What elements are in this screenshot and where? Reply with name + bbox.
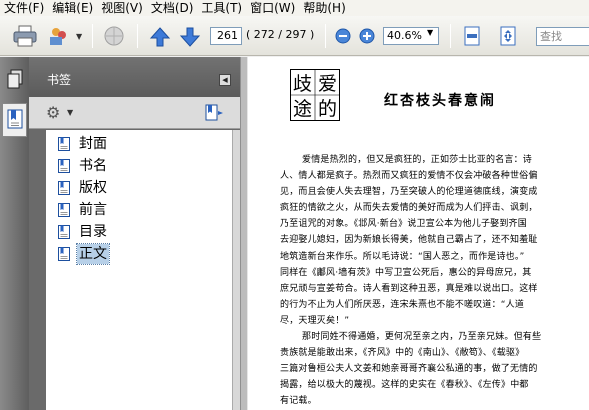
text-line: 乃至诅咒的对象。《邶风·新台》说卫宣公本为他儿子娶到齐国: [280, 219, 527, 230]
page-down-icon[interactable]: [179, 26, 201, 48]
collaborate-dropdown-icon[interactable]: ▼: [76, 32, 82, 41]
text-line: 疯狂的情欲之火，从而失去爱情的美好而成为人们抨击、讽刺，: [280, 203, 538, 214]
body-text: 爱情是热烈的，但又是疯狂的，正如莎士比亚的名言：诗人、情人都是疯子。热烈而又疯狂…: [280, 152, 578, 410]
bookmark-label: 正文: [76, 243, 110, 265]
text-line: 的行为不止为人们所厌恶，连宋朱熹也不能不嗟叹道：“人道: [280, 299, 525, 310]
menu-file[interactable]: 文件(F): [2, 1, 50, 15]
bookmark-page-icon: [58, 247, 70, 261]
bookmark-label: 目录: [79, 224, 107, 240]
bookmarks-panel: 书签 ◀ ⚙ ▼ 封面 书名 版权 前言 目录 正文: [29, 57, 240, 410]
globe-icon[interactable]: [102, 25, 126, 47]
main-toolbar: ▼ 261 ( 272 / 297 ) 40.6% ▼ 查找: [0, 16, 589, 56]
bookmark-item[interactable]: 版权: [58, 177, 109, 199]
bookmark-item[interactable]: 封面: [58, 133, 109, 155]
options-dropdown-icon[interactable]: ▼: [67, 108, 73, 117]
menu-view[interactable]: 视图(V): [99, 1, 149, 15]
navigation-rail: [0, 57, 29, 410]
bookmark-tree: 封面 书名 版权 前言 目录 正文: [46, 130, 232, 410]
menu-bar: 文件(F) 编辑(E) 视图(V) 文档(D) 工具(T) 窗口(W) 帮助(H…: [0, 0, 589, 16]
text-line: 那时同姓不得通婚，更何况至亲之内，乃至亲兄妹。但有些: [302, 332, 542, 343]
toolbar-separator: [137, 24, 138, 48]
bookmark-item[interactable]: 目录: [58, 221, 109, 243]
text-line: 有记载。: [280, 396, 317, 407]
zoom-in-icon[interactable]: [359, 28, 375, 44]
text-line: 尽，天理灭矣！”: [280, 315, 350, 326]
bookmark-page-icon: [58, 225, 70, 239]
menu-edit[interactable]: 编辑(E): [50, 1, 99, 15]
text-line: 贵族就是能敢出来，《齐风》中的《南山》、《敝笱》、《载驱》: [280, 348, 525, 359]
fit-width-icon[interactable]: [497, 25, 519, 47]
toolbar-separator: [325, 24, 326, 48]
bookmark-page-icon: [58, 159, 70, 173]
fit-page-icon[interactable]: [462, 25, 482, 47]
svg-text:的: 的: [318, 98, 337, 120]
bookmark-page-icon: [58, 181, 70, 195]
bookmark-page-icon: [58, 137, 70, 151]
menu-document[interactable]: 文档(D): [149, 1, 200, 15]
text-line: 人、情人都是疯子。热烈而又疯狂的爱情不仅会冲破各种世俗偏: [280, 171, 538, 182]
bookmark-label: 版权: [79, 180, 107, 196]
find-input[interactable]: 查找: [536, 27, 589, 46]
book-logo: 爱 的 歧 途: [290, 69, 340, 121]
panel-splitter[interactable]: [240, 57, 248, 410]
menu-tools[interactable]: 工具(T): [199, 1, 248, 15]
text-line: 三篇对鲁桓公夫人文姜和她亲哥哥齐襄公私通的事，做了无情的: [280, 364, 538, 375]
text-line: 去迎娶儿媳妇，因为新娘长得美，他就自己霸占了，还不知羞耻: [280, 235, 538, 246]
collaborate-icon[interactable]: [48, 26, 70, 46]
printer-icon[interactable]: [13, 25, 37, 47]
text-line: 庶兄顽与宣姜苟合。诗人看到这种丑恶，真是难以说出口。这样: [280, 283, 538, 294]
document-page: 爱 的 歧 途 红杏枝头春意闹 爱情是热烈的，但又是疯狂的，正如莎士比亚的名言：…: [248, 57, 589, 410]
new-bookmark-icon[interactable]: [204, 103, 224, 123]
zoom-out-icon[interactable]: [335, 28, 351, 44]
text-line: 同样在《鄘风·墙有茨》中写卫宣公死后，惠公的异母庶兄，其: [280, 267, 532, 278]
bookmark-label: 书名: [79, 158, 107, 174]
bookmark-item-selected[interactable]: 正文: [58, 243, 110, 265]
toolbar-separator: [450, 24, 451, 48]
bookmarks-icon: [6, 108, 24, 133]
text-line: 爱情是热烈的，但又是疯狂的，正如莎士比亚的名言：诗: [302, 155, 533, 165]
gear-icon[interactable]: ⚙: [46, 104, 60, 122]
svg-text:爱: 爱: [318, 73, 337, 95]
chapter-title: 红杏枝头春意闹: [384, 93, 496, 109]
bookmarks-panel-header: 书签 ◀: [29, 57, 240, 97]
page-total: ( 272 / 297 ): [246, 28, 315, 41]
svg-text:途: 途: [293, 98, 312, 120]
pages-panel-button[interactable]: [2, 63, 27, 97]
bookmarks-scrollbar[interactable]: [232, 130, 240, 410]
svg-text:歧: 歧: [293, 73, 312, 95]
bookmarks-toolbar: ⚙ ▼: [29, 97, 240, 129]
bookmark-item[interactable]: 前言: [58, 199, 109, 221]
page-number-input[interactable]: 261: [210, 27, 242, 45]
bookmarks-panel-button[interactable]: [2, 103, 27, 137]
collapse-panel-button[interactable]: ◀: [219, 74, 231, 86]
pages-icon: [6, 69, 24, 92]
zoom-dropdown-icon[interactable]: ▼: [427, 28, 433, 37]
text-line: 地筑造新台来作乐。所以毛诗说：“国人恶之，而作是诗也。”: [280, 251, 525, 262]
page-up-icon[interactable]: [149, 26, 171, 48]
bookmark-item[interactable]: 书名: [58, 155, 109, 177]
text-line: 见，而且会使人失去理智，乃至突破人的伦理道德底线，演变成: [280, 187, 538, 198]
bookmark-label: 前言: [79, 202, 107, 218]
menu-help[interactable]: 帮助(H): [301, 1, 351, 15]
bookmark-label: 封面: [79, 136, 107, 152]
text-line: 揭露，给以极大的蔑视。这样的史实在《春秋》、《左传》中都: [280, 380, 529, 391]
bookmark-page-icon: [58, 203, 70, 217]
menu-window[interactable]: 窗口(W): [248, 1, 301, 15]
toolbar-separator: [92, 24, 93, 48]
bookmarks-panel-title: 书签: [47, 73, 72, 87]
